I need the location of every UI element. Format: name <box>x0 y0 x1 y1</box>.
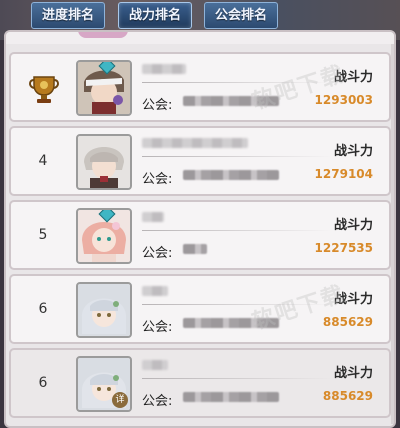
power-label: 战斗力 <box>333 366 373 381</box>
list-top-edge <box>6 32 394 44</box>
guild-label: 公会: <box>142 320 173 335</box>
row-divider <box>142 82 332 83</box>
avatar[interactable]: 详 <box>76 356 132 412</box>
player-name-redacted <box>142 360 168 370</box>
power-value: 1227535 <box>314 241 373 255</box>
scrollbar[interactable] <box>391 44 394 424</box>
guild-label: 公会: <box>142 246 173 261</box>
player-name-redacted <box>142 212 164 222</box>
power-value: 885629 <box>322 389 373 403</box>
tab-guild-ranking[interactable]: 公会排名 <box>204 2 278 29</box>
row-divider <box>142 378 332 379</box>
avatar[interactable] <box>76 282 132 338</box>
power-label: 战斗力 <box>333 144 373 159</box>
guild-name-redacted <box>183 392 279 402</box>
guild-name-redacted <box>183 96 279 106</box>
power-value: 1293003 <box>314 93 373 107</box>
guild-label: 公会: <box>142 394 173 409</box>
guild-name-redacted <box>183 244 207 254</box>
power-label: 战斗力 <box>333 218 373 233</box>
rank-number: 4 <box>38 153 48 169</box>
power-label: 战斗力 <box>333 70 373 85</box>
avatar[interactable] <box>76 208 132 264</box>
ranking-row-self[interactable]: 6 详 公会: 战斗力 885629 <box>9 348 391 418</box>
rank-number: 6 <box>38 301 48 317</box>
trophy-icon <box>29 76 59 103</box>
tab-power-ranking[interactable]: 战力排名 <box>118 2 192 29</box>
avatar[interactable] <box>76 134 132 190</box>
ranking-row[interactable]: 6 公会: 战斗力 885629 <box>9 274 391 344</box>
tab-progress-ranking[interactable]: 进度排名 <box>31 2 105 29</box>
guild-name-redacted <box>183 318 279 328</box>
power-value: 885629 <box>322 315 373 329</box>
power-label: 战斗力 <box>333 292 373 307</box>
rank-number: 5 <box>38 227 48 243</box>
guild-label: 公会: <box>142 172 173 187</box>
rank-number: 6 <box>38 375 48 391</box>
player-name-redacted <box>142 286 168 296</box>
row-divider <box>142 304 332 305</box>
avatar[interactable] <box>76 60 132 116</box>
guild-name-redacted <box>183 170 279 180</box>
row-divider <box>142 230 332 231</box>
detail-badge[interactable]: 详 <box>112 392 128 408</box>
previous-row-sliver <box>78 32 128 38</box>
ranking-row[interactable]: 5 公会: 战斗力 1227535 <box>9 200 391 270</box>
guild-label: 公会: <box>142 98 173 113</box>
ranking-tabs: 进度排名 战力排名 公会排名 <box>0 0 400 34</box>
ranking-list-panel[interactable]: 公会: 战斗力 1293003 4 公会: 战斗力 1279104 5 公会: … <box>4 30 396 428</box>
ranking-row[interactable]: 4 公会: 战斗力 1279104 <box>9 126 391 196</box>
player-name-redacted <box>142 138 248 148</box>
ranking-row[interactable]: 公会: 战斗力 1293003 <box>9 52 391 122</box>
row-divider <box>142 156 332 157</box>
power-value: 1279104 <box>314 167 373 181</box>
player-name-redacted <box>142 64 186 74</box>
